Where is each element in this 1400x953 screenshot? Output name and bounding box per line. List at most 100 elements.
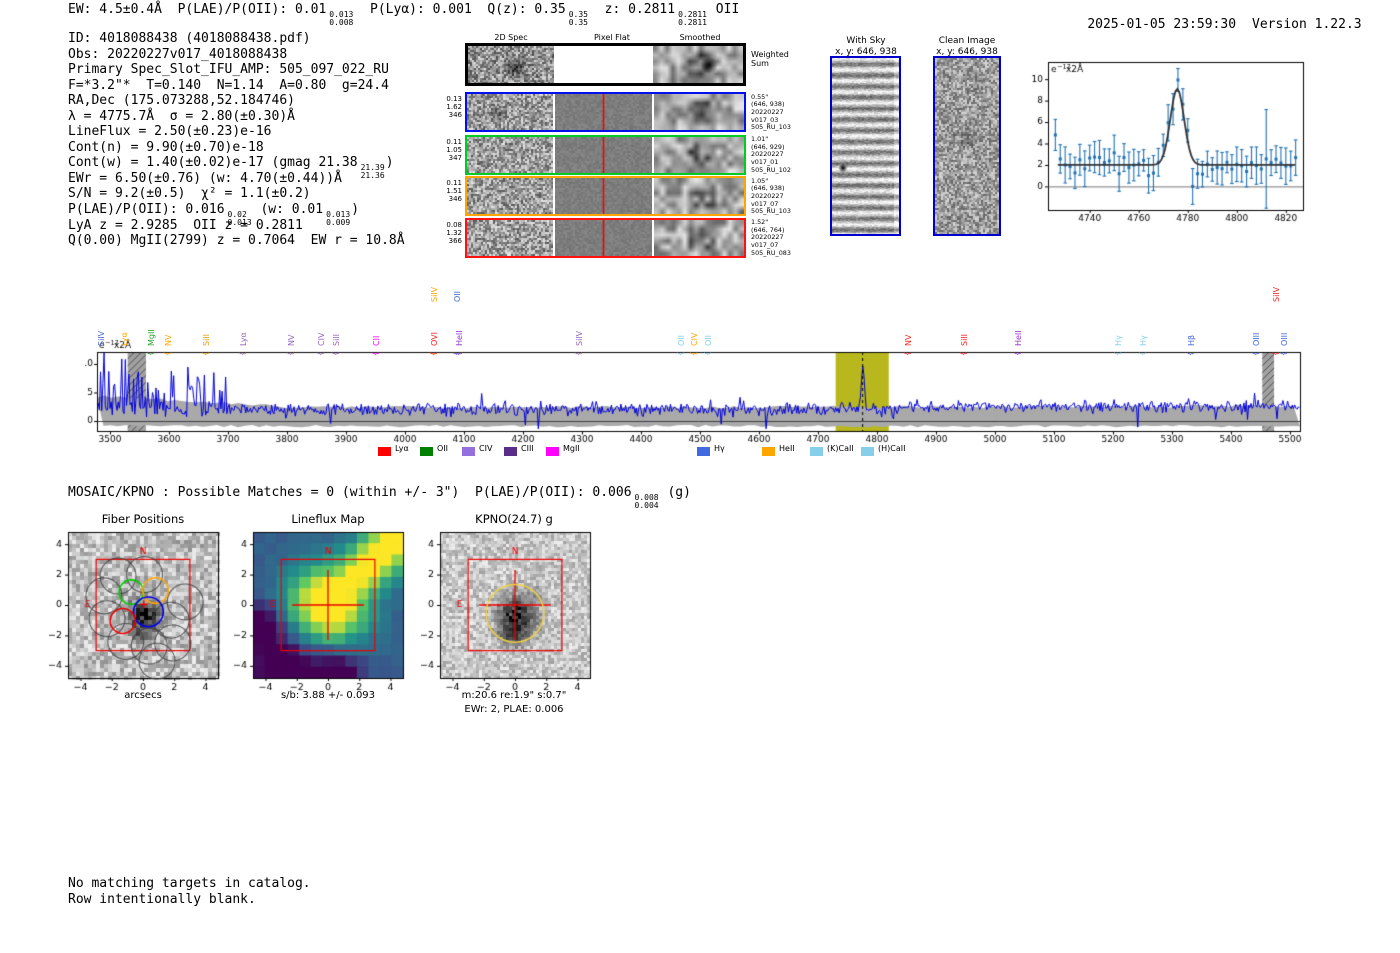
fiber-weight-value: 0.11 — [446, 179, 462, 187]
lineflux-map-plot — [213, 524, 413, 696]
fiber-weight-value: 0.13 — [446, 95, 462, 103]
stacked-limits: 0.2811 0.2811 — [678, 10, 707, 27]
spec2d-header-2dspec: 2D Spec — [494, 33, 528, 42]
emission-line-label-CII: CII — [371, 335, 381, 346]
emission-line-brace: { — [904, 351, 913, 356]
weighted-sum-2d-image — [468, 46, 554, 83]
fiber-row-meta: 1.52" (646, 764) 20220227 v017_07 505_RU_083 — [751, 218, 811, 258]
info-line-3: Primary Spec_Slot_IFU_AMP: 505_097_022_R… — [68, 62, 405, 78]
spec2d-row-4 — [465, 217, 746, 258]
text-segment: z: 0.2811 — [588, 2, 676, 17]
fiber-meta-value: 505_RU_103 — [751, 207, 791, 216]
text-segment: LyA z = 2.9285 OII z = 0.2811 — [68, 217, 303, 233]
spec2d-header-pixelflat: Pixel Flat — [594, 33, 630, 42]
stacked-limits: 0.013 0.008 — [329, 10, 354, 27]
clean-image-title-line: Clean Image — [938, 36, 996, 46]
text-segment: RA,Dec (175.073288,52.184746) — [68, 93, 295, 109]
info-line-13: LyA z = 2.9285 OII z = 0.2811 — [68, 218, 405, 234]
legend-swatch-CIV — [462, 447, 475, 456]
report-version: Version 1.22.3 — [1252, 17, 1362, 32]
spec2d-header-smoothed: Smoothed — [679, 33, 721, 42]
clean-image-title: Clean Image x, y: 646, 938 — [921, 36, 1013, 57]
clean-image-image — [935, 58, 999, 234]
weighted-sum-flat-blank — [556, 46, 651, 83]
text-segment: EW: 4.5±0.4Å P(LAE)/P(OII): 0.01 — [68, 2, 327, 17]
lower-limit: 21.36 — [360, 171, 385, 181]
text-segment: Obs: 20220227v017_4018088438 — [68, 46, 288, 62]
lower-limit: 0.009 — [326, 217, 351, 227]
fiber-weight-value: 346 — [448, 111, 462, 120]
fiber-smoothed-image — [654, 136, 744, 173]
legend-label-OII: OII — [437, 444, 449, 453]
emission-line-brace: { — [331, 351, 340, 356]
fiber-2d-image — [467, 94, 553, 130]
text-segment: Cont(n) = 9.90(±0.70)e-18 — [68, 139, 264, 155]
footer-line-2: Row intentionally blank. — [68, 891, 256, 907]
legend-label-MgII: MgII — [563, 444, 580, 453]
emission-line-label-SiIV: SiIV — [574, 330, 584, 346]
lower-limit: 0.008 — [329, 17, 354, 27]
emission-line-label-MgII: MgII — [147, 329, 157, 346]
legend-label-Lyα: Lyα — [395, 444, 409, 453]
emission-line-label-CIV: CIV — [317, 332, 327, 346]
fiber-smoothed-image — [654, 219, 744, 256]
fiber-row-meta: 0.55" (646, 938) 20220227 v017_03 505_RU_103 — [751, 93, 811, 133]
emission-line-brace: { — [1279, 351, 1288, 356]
fiber-row-meta: 1.05" (646, 938) 20220227 v017_07 505_RU_103 — [751, 177, 811, 217]
legend-label-(K)CaII: (K)CaII — [827, 444, 854, 453]
fiber-pixelflat-image — [555, 178, 652, 214]
text-segment: Primary Spec_Slot_IFU_AMP: 505_097_022_R… — [68, 62, 389, 78]
footer-line-1: No matching targets in catalog. — [68, 876, 311, 891]
with-sky-image — [832, 58, 899, 234]
emission-line-brace: { — [1013, 351, 1022, 356]
legend-swatch-(K)CaII — [810, 447, 823, 456]
legend-label-CIV: CIV — [479, 444, 493, 453]
legend-swatch-OII — [420, 447, 433, 456]
report-timestamp: 2025-01-05 23:59:30 — [1087, 17, 1237, 32]
info-line-9: Cont(w) = 1.40(±0.02)e-17 (gmag 21.38 21.… — [68, 155, 405, 179]
fiber-weight-value: 1.62 — [446, 103, 462, 112]
full-spectrum-plot — [85, 330, 1310, 460]
weighted-sum-label: Weighted Sum — [751, 50, 789, 68]
fiber-weight-value: 1.05 — [446, 145, 462, 154]
kpno-image-plot — [400, 524, 600, 696]
lower-limit: 0.2811 — [678, 17, 707, 27]
legend-label-(H)CaII: (H)CaII — [878, 444, 906, 453]
info-line-8: Cont(n) = 9.90(±0.70)e-18 — [68, 140, 405, 156]
text-segment: LineFlux = 2.50(±0.23)e-16 — [68, 124, 272, 140]
weighted-sum-label-line2: Sum — [751, 59, 769, 68]
fiber-positions-xlabel: arcsecs — [124, 690, 162, 701]
legend-swatch-Hγ — [697, 447, 710, 456]
with-sky-title-line: With Sky — [846, 36, 886, 46]
text-segment: (w: 0.01 — [252, 202, 324, 218]
text-segment: (g) — [659, 485, 691, 500]
fiber-meta-value: 505_RU_103 — [751, 123, 791, 132]
fiber-2d-image — [467, 178, 553, 214]
text-segment: MOSAIC/KPNO : Possible Matches = 0 (with… — [68, 485, 632, 500]
emission-line-brace: { — [676, 351, 685, 356]
emission-line-label-OIII: OIII — [1251, 332, 1261, 346]
stacked-limits: 0.013 0.009 — [326, 210, 351, 227]
info-line-5: RA,Dec (175.073288,52.184746) — [68, 93, 405, 109]
stacked-limits: 0.35 0.35 — [569, 10, 588, 27]
text-segment: P(LAE)/P(OII): 0.016 — [68, 202, 225, 218]
report-summary-line: EW: 4.5±0.4Å P(LAE)/P(OII): 0.01 0.013 0.0… — [68, 2, 739, 27]
legend-swatch-CIII — [504, 447, 517, 456]
fiber-row-weights: 0.11 1.51 346 — [437, 179, 462, 204]
emission-line-label-SiII: SiII — [201, 333, 211, 346]
emission-line-label-SiIV: SiIV — [1271, 286, 1281, 302]
legend-label-Hγ: Hγ — [714, 444, 725, 453]
emission-line-label-Hβ: Hβ — [1186, 334, 1196, 346]
weighted-sum-smoothed-image — [653, 46, 743, 83]
line-fit-plot — [1030, 50, 1340, 225]
emission-line-brace: { — [164, 351, 173, 356]
emission-line-label-HeII: HeII — [455, 330, 465, 346]
text-segment: F=*3.2"* T=0.140 N=1.14 A=0.80 g=24.4 — [68, 77, 389, 93]
emission-line-label-OII: OII — [704, 334, 714, 346]
text-segment: Cont(w) = 1.40(±0.02)e-17 (gmag 21.38 — [68, 155, 358, 171]
fiber-row-weights: 0.11 1.05 347 — [437, 138, 462, 163]
detection-info-block: ID: 4018088438 (4018088438.pdf) Obs: 2022… — [68, 31, 405, 249]
emission-line-label-SiIV: SiIV — [96, 330, 106, 346]
clean-image-panel — [933, 56, 1001, 236]
elixer-report-page: EW: 4.5±0.4Å P(LAE)/P(OII): 0.01 0.013 0.0… — [0, 0, 1400, 953]
